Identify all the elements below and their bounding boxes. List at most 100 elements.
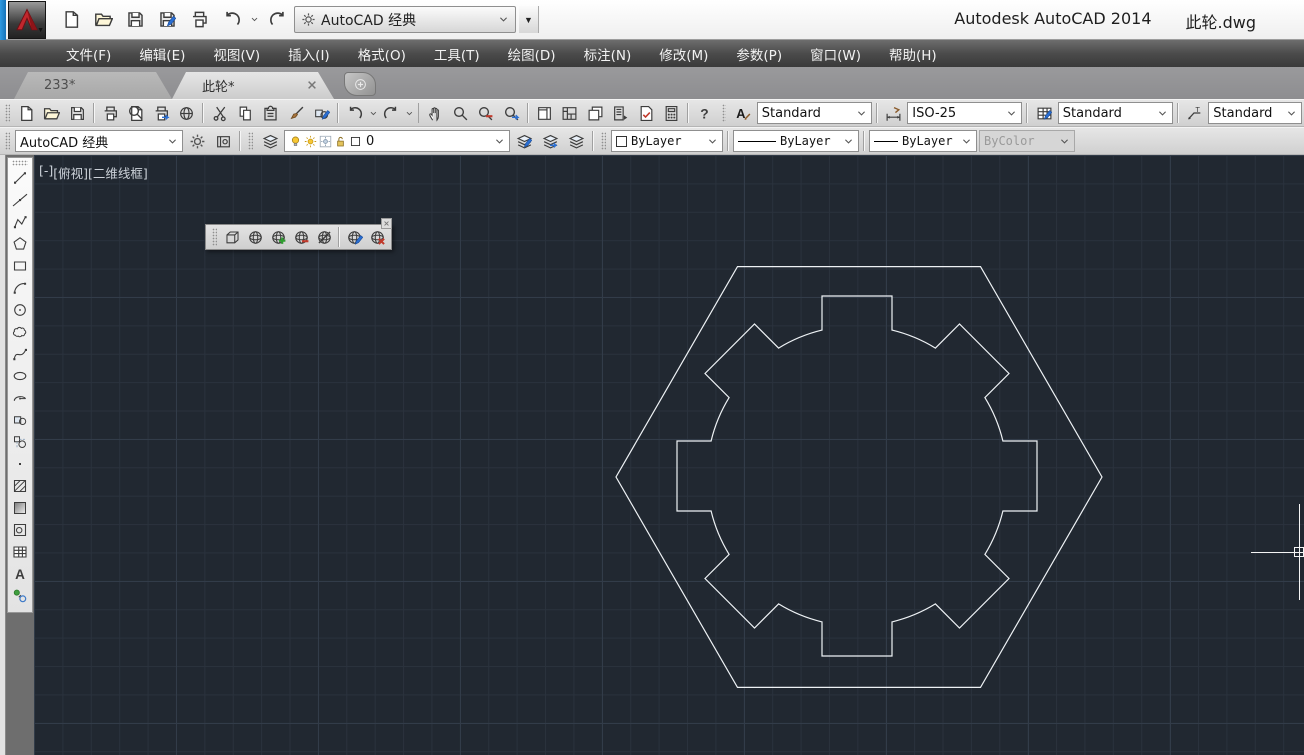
paste-button[interactable] bbox=[259, 101, 282, 125]
redo-button[interactable] bbox=[379, 101, 402, 125]
menu-parametric[interactable]: 参数(P) bbox=[722, 40, 796, 68]
ellipse-button[interactable] bbox=[9, 365, 31, 387]
multileader-style-dropdown[interactable]: Standard bbox=[1208, 102, 1302, 124]
workspaces-dropdown[interactable]: AutoCAD 经典 bbox=[15, 130, 183, 152]
new-tab-button[interactable] bbox=[344, 72, 376, 96]
toolbar-grip[interactable] bbox=[5, 104, 10, 122]
color-control-dropdown[interactable]: ByLayer bbox=[611, 130, 723, 152]
unlock-icon[interactable] bbox=[334, 135, 347, 148]
layer-color-swatch[interactable] bbox=[349, 135, 362, 148]
file-tab-cilun[interactable]: 此轮* bbox=[172, 72, 334, 99]
menu-insert[interactable]: 插入(I) bbox=[274, 40, 344, 68]
toolbar-grip[interactable] bbox=[601, 132, 606, 150]
qat-save-as-button[interactable] bbox=[154, 6, 180, 32]
qat-open-button[interactable] bbox=[90, 6, 116, 32]
layer-previous-button[interactable] bbox=[538, 129, 562, 153]
menu-help[interactable]: 帮助(H) bbox=[875, 40, 951, 68]
application-menu-button[interactable]: ▼ bbox=[8, 1, 46, 39]
text-style-button[interactable] bbox=[731, 101, 754, 125]
open-button[interactable] bbox=[40, 101, 63, 125]
drawing-area[interactable]: [-] [俯视] [二维线框] bbox=[34, 155, 1304, 755]
point-button[interactable] bbox=[9, 453, 31, 475]
revision-cloud-button[interactable] bbox=[9, 321, 31, 343]
new-button[interactable] bbox=[15, 101, 38, 125]
menu-tools[interactable]: 工具(T) bbox=[420, 40, 494, 68]
cut-button[interactable] bbox=[208, 101, 231, 125]
undo-dropdown-icon[interactable] bbox=[369, 109, 378, 118]
gradient-button[interactable] bbox=[9, 497, 31, 519]
dim-style-dropdown[interactable]: ISO-25 bbox=[907, 102, 1022, 124]
qat-plot-button[interactable] bbox=[186, 6, 212, 32]
linetype-control-dropdown[interactable]: ByLayer bbox=[733, 130, 859, 152]
toolbar-grip[interactable] bbox=[5, 132, 10, 150]
copy-button[interactable] bbox=[234, 101, 257, 125]
qat-save-button[interactable] bbox=[122, 6, 148, 32]
pan-button[interactable] bbox=[423, 101, 446, 125]
zoom-previous-button[interactable] bbox=[500, 101, 523, 125]
zoom-realtime-button[interactable] bbox=[449, 101, 472, 125]
lineweight-control-dropdown[interactable]: ByLayer bbox=[869, 130, 977, 152]
properties-palette-button[interactable] bbox=[533, 101, 556, 125]
block-editor-button[interactable] bbox=[310, 101, 333, 125]
plot-preview-button[interactable] bbox=[124, 101, 147, 125]
table-style-button[interactable] bbox=[1032, 101, 1055, 125]
table-button[interactable] bbox=[9, 541, 31, 563]
sheet-set-manager-button[interactable] bbox=[609, 101, 632, 125]
menu-file[interactable]: 文件(F) bbox=[52, 40, 125, 68]
construction-line-button[interactable] bbox=[9, 189, 31, 211]
multileader-style-button[interactable] bbox=[1183, 101, 1206, 125]
quick-calc-button[interactable] bbox=[660, 101, 683, 125]
qat-undo-button[interactable] bbox=[218, 6, 244, 32]
help-button[interactable] bbox=[693, 101, 716, 125]
lightbulb-icon[interactable] bbox=[289, 135, 302, 148]
layer-properties-button[interactable] bbox=[258, 129, 282, 153]
menu-window[interactable]: 窗口(W) bbox=[796, 40, 875, 68]
toolbar-grip[interactable] bbox=[248, 132, 253, 150]
viewport-freeze-icon[interactable] bbox=[319, 135, 332, 148]
tab-close-button[interactable] bbox=[306, 79, 320, 93]
hexagon-outline[interactable] bbox=[616, 267, 1102, 688]
redo-dropdown-icon[interactable] bbox=[405, 109, 414, 118]
polyline-button[interactable] bbox=[9, 211, 31, 233]
qat-new-button[interactable] bbox=[58, 6, 84, 32]
toolbar-grip[interactable] bbox=[12, 160, 28, 166]
menu-edit[interactable]: 编辑(E) bbox=[125, 40, 199, 68]
publish-button[interactable] bbox=[150, 101, 173, 125]
insert-block-button[interactable] bbox=[9, 409, 31, 431]
menu-draw[interactable]: 绘图(D) bbox=[494, 40, 570, 68]
arc-button[interactable] bbox=[9, 277, 31, 299]
menu-dimension[interactable]: 标注(N) bbox=[570, 40, 646, 68]
table-style-dropdown[interactable]: Standard bbox=[1058, 102, 1173, 124]
tool-palettes-button[interactable] bbox=[584, 101, 607, 125]
workspace-switcher-dropdown[interactable]: AutoCAD 经典 bbox=[294, 6, 516, 33]
my-workspace-button[interactable] bbox=[211, 129, 235, 153]
file-tab-233[interactable]: 233* bbox=[14, 72, 172, 99]
make-object-layer-current-button[interactable] bbox=[512, 129, 536, 153]
text-style-dropdown[interactable]: Standard bbox=[757, 102, 872, 124]
workspace-settings-button[interactable] bbox=[185, 129, 209, 153]
sun-icon[interactable] bbox=[304, 135, 317, 148]
markup-set-manager-button[interactable] bbox=[634, 101, 657, 125]
qat-overflow-button[interactable]: ▼ bbox=[519, 6, 539, 33]
region-button[interactable] bbox=[9, 519, 31, 541]
dim-style-button[interactable] bbox=[882, 101, 905, 125]
spline-button[interactable] bbox=[9, 343, 31, 365]
line-button[interactable] bbox=[9, 167, 31, 189]
toolbar-grip[interactable] bbox=[722, 104, 727, 122]
menu-format[interactable]: 格式(O) bbox=[344, 40, 420, 68]
plot-button[interactable] bbox=[99, 101, 122, 125]
point-style-button[interactable] bbox=[9, 585, 31, 607]
zoom-window-button[interactable] bbox=[474, 101, 497, 125]
make-block-button[interactable] bbox=[9, 431, 31, 453]
undo-dropdown-icon[interactable] bbox=[250, 15, 259, 24]
layer-states-button[interactable] bbox=[564, 129, 588, 153]
3d-dwf-button[interactable] bbox=[175, 101, 198, 125]
menu-view[interactable]: 视图(V) bbox=[199, 40, 274, 68]
match-properties-button[interactable] bbox=[285, 101, 308, 125]
ellipse-arc-button[interactable] bbox=[9, 387, 31, 409]
menu-modify[interactable]: 修改(M) bbox=[645, 40, 722, 68]
design-center-button[interactable] bbox=[558, 101, 581, 125]
layer-dropdown[interactable]: 0 bbox=[284, 130, 510, 152]
hatch-button[interactable] bbox=[9, 475, 31, 497]
save-button[interactable] bbox=[66, 101, 89, 125]
